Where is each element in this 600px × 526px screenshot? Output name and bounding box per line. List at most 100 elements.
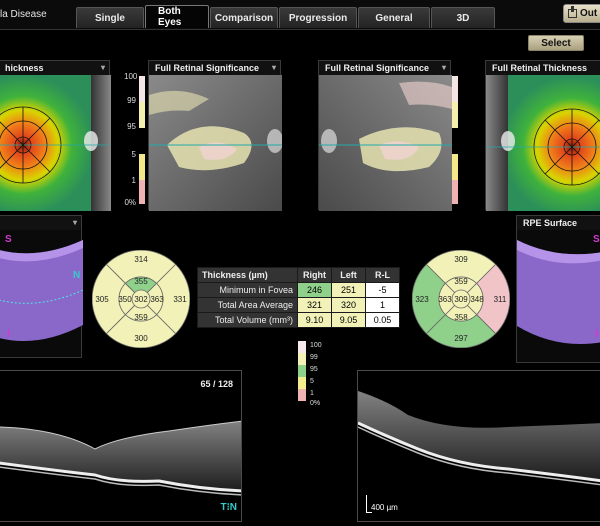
outer-inferior-value: 300 <box>134 334 148 343</box>
thickness-table: Thickness (µm) Right Left R-L Minimum in… <box>197 267 400 328</box>
outer-superior-value: 309 <box>454 255 468 264</box>
outer-superior-value: 314 <box>134 255 148 264</box>
left-3d-surface[interactable] <box>0 230 83 359</box>
table-row: Total Volume (mm³) 9.10 9.05 0.05 <box>197 312 400 328</box>
outer-inferior-value: 297 <box>454 334 468 343</box>
left-thickness-panel: hickness ▾ <box>0 60 111 211</box>
superior-label: S <box>5 234 12 245</box>
rl-value: -5 <box>365 282 400 298</box>
mini-legend-label: 99 <box>310 354 318 361</box>
row-label: Minimum in Fovea <box>197 282 298 298</box>
chevron-down-icon[interactable]: ▾ <box>101 61 105 75</box>
legend-label-99: 99 <box>127 96 136 105</box>
inner-superior-value: 359 <box>454 277 468 286</box>
right-significance-panel: Full Retinal Significance ▾ <box>318 60 452 211</box>
frame-counter: 65 / 128 <box>200 379 233 389</box>
right-significance-title: Full Retinal Significance <box>325 63 430 73</box>
legend-label-5: 5 <box>131 150 136 159</box>
table-row: Minimum in Fovea 246 251 -5 <box>197 282 400 298</box>
legend-swatch <box>298 353 306 365</box>
tab-progression[interactable]: Progression <box>279 7 357 28</box>
outer-temporal-value: 323 <box>415 295 429 304</box>
oct-image <box>0 420 241 496</box>
outer-nasal-value: 311 <box>494 295 507 304</box>
legend-label-0: 0% <box>124 198 136 207</box>
center-value: 302 <box>134 295 148 304</box>
outer-temporal-value: 331 <box>173 295 187 304</box>
chevron-down-icon[interactable]: ▾ <box>442 61 446 75</box>
table-header-thickness: Thickness (µm) <box>197 267 298 283</box>
right-thickness-title: Full Retinal Thickness <box>492 63 588 73</box>
inferior-label: I <box>595 328 599 340</box>
scale-bar-vertical <box>366 495 367 513</box>
table-row: Total Area Average 321 320 1 <box>197 297 400 313</box>
mini-legend-label: 95 <box>310 366 318 373</box>
inner-inferior-value: 358 <box>454 313 468 322</box>
right-significance-map[interactable] <box>319 75 452 211</box>
mini-legend-label: 0% <box>310 400 321 407</box>
row-label: Total Area Average <box>197 297 298 313</box>
right-significance-legend <box>450 72 470 207</box>
superior-label: S <box>593 234 600 245</box>
tab-comparison[interactable]: Comparison <box>210 7 278 28</box>
inner-temporal-value: 363 <box>150 295 164 304</box>
left-3d-panel: ▾ S I N <box>0 215 83 359</box>
legend-swatch <box>139 180 145 204</box>
left-significance-title: Full Retinal Significance <box>155 63 260 73</box>
chevron-down-icon[interactable]: ▾ <box>272 61 276 75</box>
right-3d-panel: RPE Surface S I <box>516 215 600 363</box>
scale-bar-label: 400 µm <box>371 503 398 512</box>
center-value: 309 <box>454 295 468 304</box>
output-button[interactable]: Out <box>563 4 600 23</box>
legend-label-95: 95 <box>127 122 136 131</box>
orientation-icon[interactable]: T⁝N <box>220 502 237 513</box>
legend-swatch <box>139 102 145 128</box>
left-significance-map[interactable] <box>149 75 282 211</box>
mini-legend-label: 5 <box>310 378 314 385</box>
right-eye-etdrs-grid[interactable]: 314 331 300 305 355 363 359 350 302 <box>92 250 190 348</box>
legend-swatch <box>452 180 458 204</box>
left-thickness-title: hickness <box>5 63 44 73</box>
legend-swatch <box>139 76 145 102</box>
legend-label-100: 100 <box>124 72 138 81</box>
left-thickness-map[interactable] <box>0 75 111 211</box>
legend-swatch <box>139 154 145 180</box>
tab-single[interactable]: Single <box>76 7 144 28</box>
right-3d-surface[interactable] <box>517 230 600 364</box>
right-value: 321 <box>297 297 332 313</box>
table-header-rl: R-L <box>365 267 400 283</box>
rl-value: 1 <box>365 297 400 313</box>
select-button[interactable]: Select <box>528 35 584 51</box>
export-icon <box>568 6 577 18</box>
app-title: la Disease <box>0 9 47 20</box>
output-button-label: Out <box>580 8 598 19</box>
right-oct-bscan[interactable]: 400 µm <box>357 370 600 522</box>
legend-swatch <box>298 377 306 389</box>
left-oct-bscan[interactable]: 65 / 128 T⁝N <box>0 370 242 522</box>
inner-nasal-value: 348 <box>470 295 484 304</box>
row-label: Total Volume (mm³) <box>197 312 298 328</box>
left-value: 320 <box>331 297 366 313</box>
tab-3d[interactable]: 3D <box>431 7 495 28</box>
right-thickness-panel: Full Retinal Thickness <box>485 60 600 211</box>
view-tabs: Single Both Eyes Comparison Progression … <box>76 5 496 28</box>
left-significance-legend: 100 99 95 5 1 0% <box>124 72 145 207</box>
right-value: 9.10 <box>297 312 332 328</box>
tab-both-eyes[interactable]: Both Eyes <box>145 5 209 28</box>
chevron-down-icon[interactable]: ▾ <box>73 216 77 230</box>
inferior-label: I <box>7 328 11 340</box>
inner-nasal-value: 350 <box>118 295 132 304</box>
scale-bar: 400 µm <box>366 493 406 513</box>
inner-inferior-value: 359 <box>134 313 148 322</box>
top-bar: la Disease Single Both Eyes Comparison P… <box>0 0 600 30</box>
legend-swatch <box>298 365 306 377</box>
tab-general[interactable]: General <box>358 7 430 28</box>
outer-nasal-value: 305 <box>95 295 109 304</box>
nasal-label: N <box>73 270 81 281</box>
right-thickness-map[interactable] <box>486 75 600 211</box>
table-header-right: Right <box>297 267 332 283</box>
inner-temporal-value: 363 <box>438 295 452 304</box>
left-value: 251 <box>331 282 366 298</box>
left-eye-etdrs-grid[interactable]: 309 311 297 323 359 348 358 363 309 <box>412 250 510 348</box>
inner-superior-value: 355 <box>134 277 148 286</box>
